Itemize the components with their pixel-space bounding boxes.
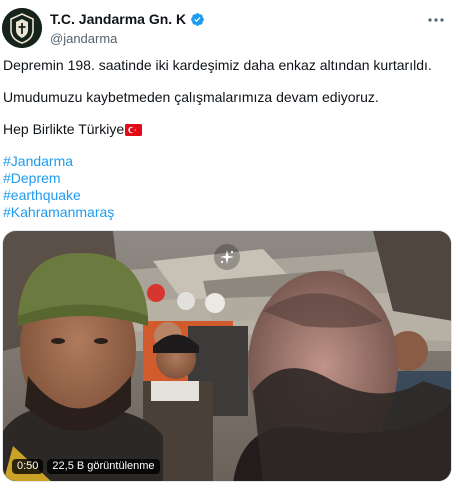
- video-duration: 0:50: [12, 459, 44, 474]
- video-view-count: 22,5 B görüntülenme: [47, 459, 160, 474]
- more-dots-icon: [428, 18, 444, 22]
- author-handle[interactable]: @jandarma: [50, 31, 205, 46]
- tweet-card[interactable]: T.C. Jandarma Gn. K @jandarma Depremin 1…: [0, 0, 459, 490]
- tweet-paragraph: Umudumuzu kaybetmeden çalışmalarımıza de…: [3, 89, 379, 105]
- hashtag-link[interactable]: #Jandarma: [3, 153, 448, 170]
- tweet-paragraph: Depremin 198. saatinde iki kardeşimiz da…: [3, 57, 432, 73]
- media-indicator: [214, 244, 240, 270]
- video-player[interactable]: 0:50 22,5 B görüntülenme: [2, 230, 452, 482]
- turkish-flag-icon: [125, 124, 143, 136]
- tweet-text: Depremin 198. saatinde iki kardeşimiz da…: [3, 57, 448, 221]
- tweet-paragraph: Hep Birlikte Türkiye: [3, 121, 125, 137]
- hashtag-link[interactable]: #Deprem: [3, 170, 448, 187]
- video-overlay: 0:50 22,5 B görüntülenme: [12, 459, 160, 474]
- verified-badge-icon: [191, 12, 205, 26]
- hashtag-link[interactable]: #Kahramanmaraş: [3, 204, 448, 221]
- author-block: T.C. Jandarma Gn. K @jandarma: [50, 10, 205, 46]
- hashtag-list: #Jandarma #Deprem #earthquake #Kahramanm…: [3, 153, 448, 221]
- more-options-button[interactable]: [425, 12, 447, 28]
- tweet-paragraph-flag-line: Hep Birlikte Türkiye: [3, 121, 448, 138]
- sparkle-icon: [220, 250, 234, 264]
- jandarma-emblem-icon: [2, 8, 42, 48]
- author-display-name[interactable]: T.C. Jandarma Gn. K: [50, 11, 186, 27]
- avatar[interactable]: [2, 8, 42, 48]
- hashtag-link[interactable]: #earthquake: [3, 187, 448, 204]
